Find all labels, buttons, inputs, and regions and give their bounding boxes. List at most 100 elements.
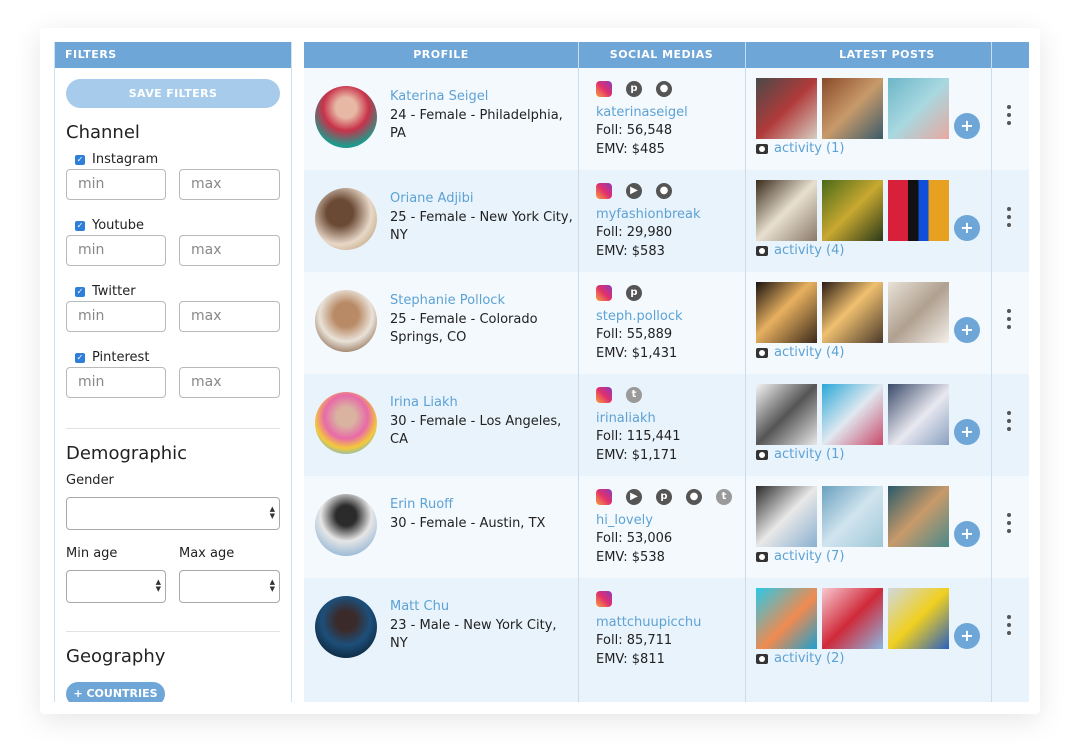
more-options-icon[interactable] xyxy=(1007,411,1011,435)
avatar[interactable] xyxy=(315,86,377,148)
post-thumbnail[interactable] xyxy=(888,384,949,445)
avatar[interactable] xyxy=(315,188,377,250)
instagram-checkbox-row[interactable]: ✓ Instagram xyxy=(75,152,158,167)
pinterest-checkbox-row[interactable]: ✓ Pinterest xyxy=(75,350,149,365)
post-thumbnail[interactable] xyxy=(756,588,817,649)
post-thumbnail[interactable] xyxy=(756,486,817,547)
activity-link[interactable]: activity (1) xyxy=(756,447,844,462)
youtube-min-input[interactable]: min xyxy=(66,235,166,266)
post-thumbnail[interactable] xyxy=(888,486,949,547)
youtube-checkbox-row[interactable]: ✓ Youtube xyxy=(75,218,144,233)
post-thumbnail[interactable] xyxy=(756,78,817,139)
add-post-button[interactable]: + xyxy=(954,317,980,343)
instagram-icon[interactable] xyxy=(596,387,612,403)
social-handle-link[interactable]: myfashionbreak xyxy=(596,207,701,222)
more-options-icon[interactable] xyxy=(1007,105,1011,129)
snapchat-icon[interactable]: ● xyxy=(686,489,702,505)
social-handle-link[interactable]: katerinaseigel xyxy=(596,105,688,120)
min-age-select[interactable]: ▲ ▼ xyxy=(66,570,166,603)
save-filters-button[interactable]: SAVE FILTERS xyxy=(66,79,280,108)
social-handle-link[interactable]: hi_lovely xyxy=(596,513,653,528)
avatar[interactable] xyxy=(315,290,377,352)
gender-select[interactable]: ▲ ▼ xyxy=(66,497,280,530)
post-thumbnail[interactable] xyxy=(888,78,949,139)
table-row: Oriane Adjibi 25 - Female - New York Cit… xyxy=(304,170,1029,272)
add-post-button[interactable]: + xyxy=(954,521,980,547)
results-table: PROFILE SOCIAL MEDIAS LATEST POSTS Kater… xyxy=(304,42,1029,702)
post-thumbnail[interactable] xyxy=(822,588,883,649)
instagram-icon[interactable] xyxy=(596,183,612,199)
post-thumbnail[interactable] xyxy=(822,384,883,445)
instagram-icon[interactable] xyxy=(596,81,612,97)
social-handle-link[interactable]: irinaliakh xyxy=(596,411,656,426)
pinterest-min-input[interactable]: min xyxy=(66,367,166,398)
post-thumbnail[interactable] xyxy=(822,78,883,139)
youtube-max-input[interactable]: max xyxy=(179,235,280,266)
twitter-max-input[interactable]: max xyxy=(179,301,280,332)
snapchat-icon[interactable]: ● xyxy=(656,183,672,199)
max-age-select[interactable]: ▲ ▼ xyxy=(179,570,280,603)
post-thumbnail[interactable] xyxy=(756,180,817,241)
avatar[interactable] xyxy=(315,494,377,556)
activity-link[interactable]: activity (4) xyxy=(756,345,844,360)
social-handle-link[interactable]: mattchuupicchu xyxy=(596,615,701,630)
instagram-max-input[interactable]: max xyxy=(179,169,280,200)
post-thumbnail[interactable] xyxy=(756,282,817,343)
avatar[interactable] xyxy=(315,392,377,454)
profile-name-link[interactable]: Stephanie Pollock xyxy=(390,293,505,308)
add-post-button[interactable]: + xyxy=(954,419,980,445)
snapchat-icon[interactable]: ● xyxy=(656,81,672,97)
post-thumbnail[interactable] xyxy=(888,180,949,241)
post-thumbnail[interactable] xyxy=(822,486,883,547)
post-thumbnail[interactable] xyxy=(888,282,949,343)
pinterest-icon[interactable]: p xyxy=(626,81,642,97)
post-thumbnail[interactable] xyxy=(756,384,817,445)
profile-name-link[interactable]: Oriane Adjibi xyxy=(390,191,474,206)
profile-name-link[interactable]: Katerina Seigel xyxy=(390,89,488,104)
post-thumbnail[interactable] xyxy=(822,180,883,241)
followers-count: Foll: 29,980 xyxy=(596,225,673,240)
activity-link[interactable]: activity (2) xyxy=(756,651,844,666)
add-post-button[interactable]: + xyxy=(954,113,980,139)
instagram-icon[interactable] xyxy=(596,489,612,505)
activity-link[interactable]: activity (7) xyxy=(756,549,844,564)
twitter-icon[interactable]: t xyxy=(626,387,642,403)
instagram-icon[interactable] xyxy=(596,591,612,607)
instagram-min-input[interactable]: min xyxy=(66,169,166,200)
table-row: Erin Ruoff 30 - Female - Austin, TX ▶ p ● t… xyxy=(304,476,1029,578)
avatar[interactable] xyxy=(315,596,377,658)
youtube-icon[interactable]: ▶ xyxy=(626,489,642,505)
post-thumbnail[interactable] xyxy=(888,588,949,649)
add-countries-button[interactable]: + COUNTRIES xyxy=(66,682,165,702)
twitter-min-input[interactable]: min xyxy=(66,301,166,332)
checkbox-checked-icon[interactable]: ✓ xyxy=(75,220,85,231)
profile-name-link[interactable]: Erin Ruoff xyxy=(390,497,453,512)
pinterest-max-input[interactable]: max xyxy=(179,367,280,398)
youtube-icon[interactable]: ▶ xyxy=(626,183,642,199)
add-post-button[interactable]: + xyxy=(954,215,980,241)
checkbox-checked-icon[interactable]: ✓ xyxy=(75,286,85,297)
activity-link[interactable]: activity (1) xyxy=(756,141,844,156)
twitter-icon[interactable]: t xyxy=(716,489,732,505)
more-options-icon[interactable] xyxy=(1007,615,1011,639)
emv-value: EMV: $538 xyxy=(596,550,665,565)
checkbox-checked-icon[interactable]: ✓ xyxy=(75,352,85,363)
social-icons: ▶ ● xyxy=(596,183,686,199)
more-options-icon[interactable] xyxy=(1007,207,1011,231)
activity-link[interactable]: activity (4) xyxy=(756,243,844,258)
more-options-icon[interactable] xyxy=(1007,309,1011,333)
post-thumbnail[interactable] xyxy=(822,282,883,343)
profile-description: 23 - Male - New York City, NY xyxy=(390,618,557,651)
social-handle-link[interactable]: steph.pollock xyxy=(596,309,683,324)
pinterest-icon[interactable]: p xyxy=(626,285,642,301)
pinterest-icon[interactable]: p xyxy=(656,489,672,505)
profile-name-link[interactable]: Irina Liakh xyxy=(390,395,458,410)
activity-label: activity (1) xyxy=(774,141,845,156)
twitter-checkbox-row[interactable]: ✓ Twitter xyxy=(75,284,136,299)
profile-name-link[interactable]: Matt Chu xyxy=(390,599,449,614)
add-post-button[interactable]: + xyxy=(954,623,980,649)
more-options-icon[interactable] xyxy=(1007,513,1011,537)
latest-posts xyxy=(756,180,954,241)
checkbox-checked-icon[interactable]: ✓ xyxy=(75,154,85,165)
instagram-icon[interactable] xyxy=(596,285,612,301)
